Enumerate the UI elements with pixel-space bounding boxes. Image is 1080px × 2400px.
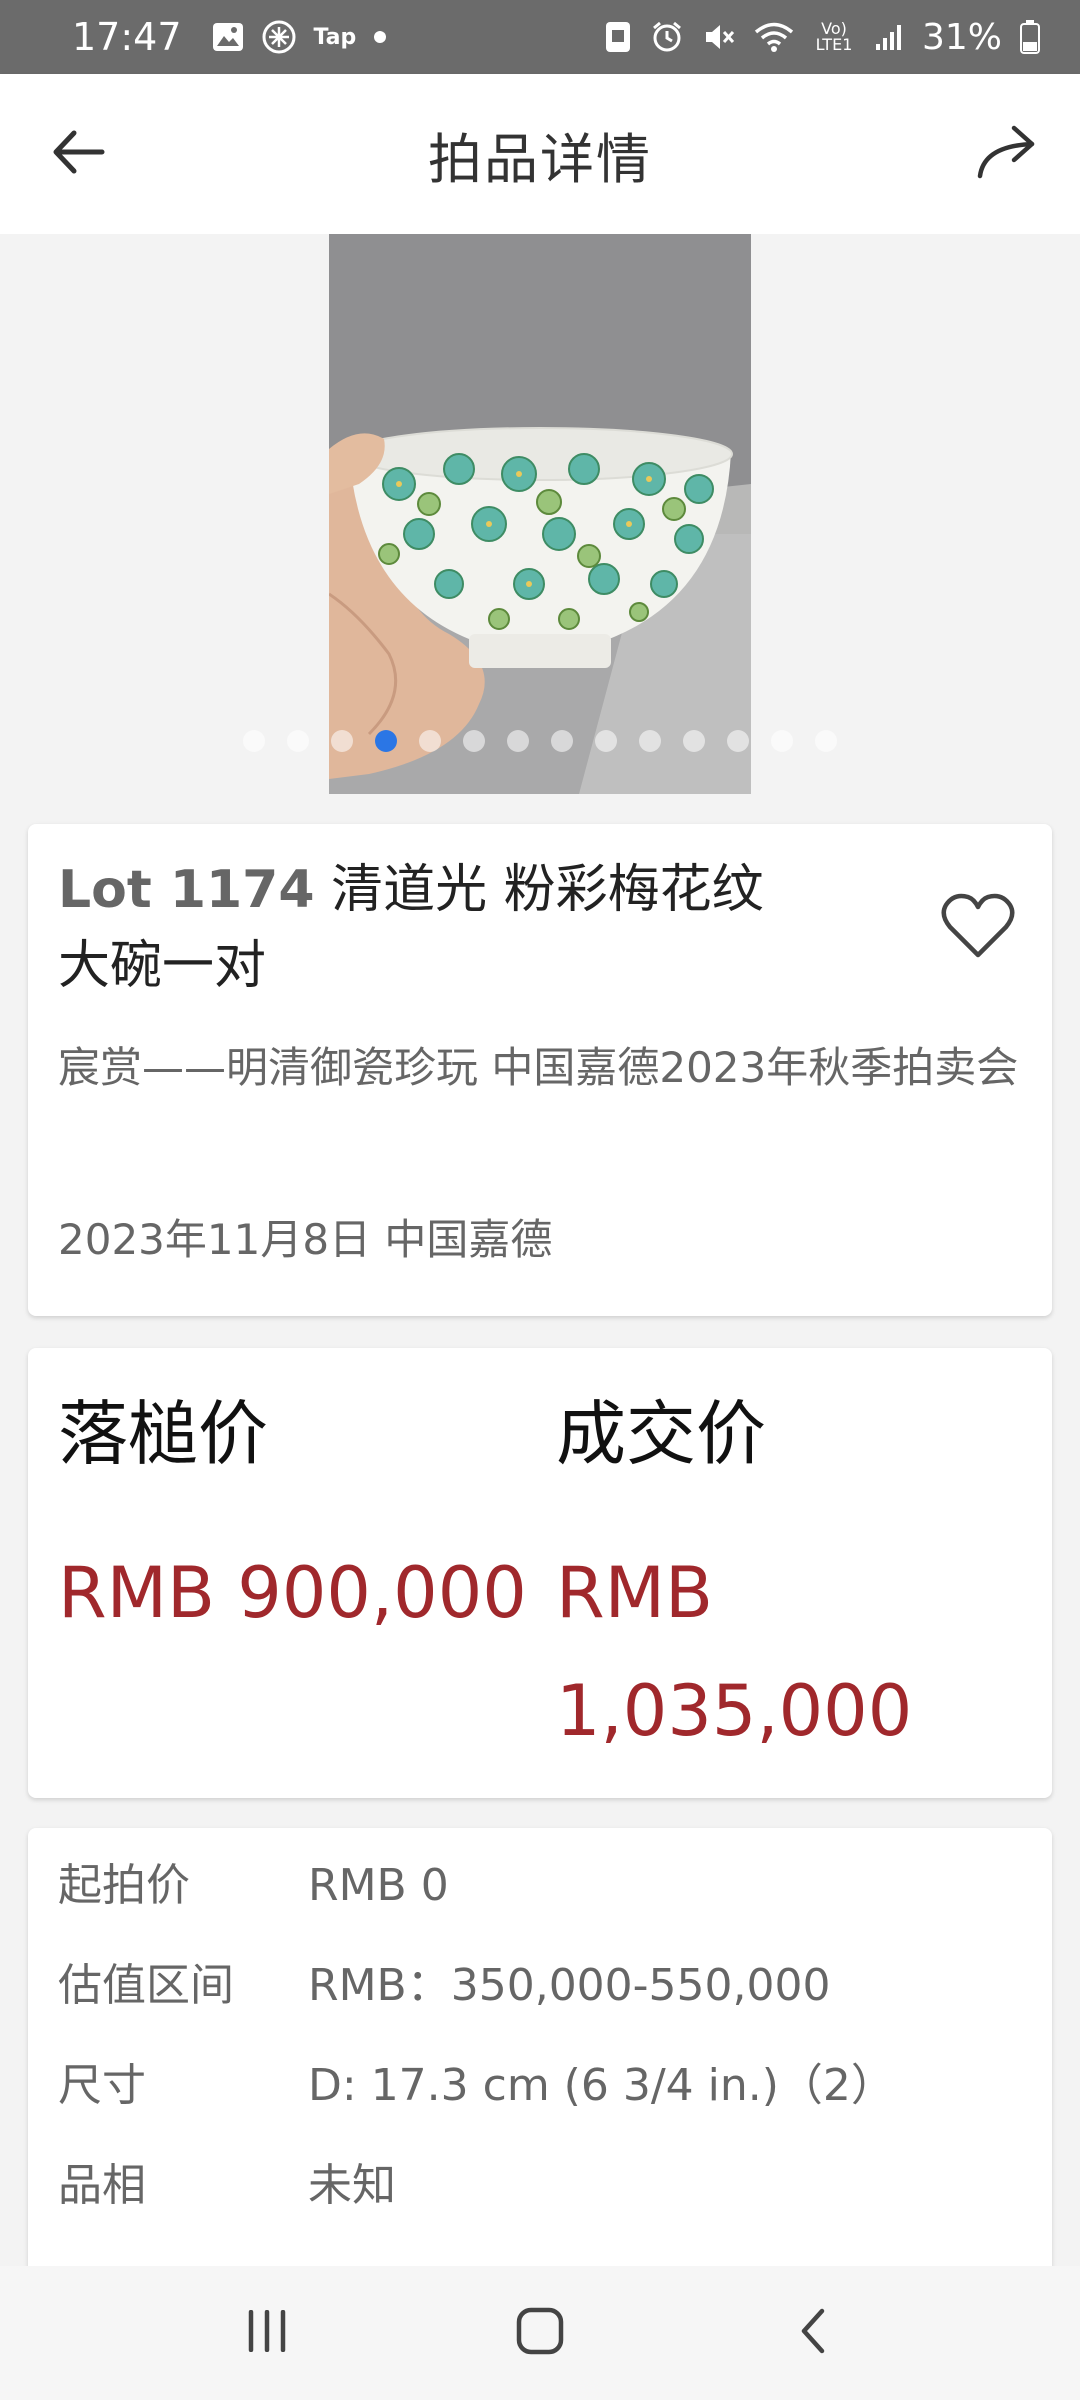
tap-icon: Tap <box>313 24 357 50</box>
hammer-price-label: 落槌价 <box>58 1393 268 1475</box>
detail-key: 估值区间 <box>58 1960 234 2011</box>
arrow-left-icon <box>50 127 106 181</box>
back-button[interactable] <box>46 124 110 184</box>
detail-value: RMB：350,000-550,000 <box>308 1960 831 2011</box>
carousel-dot[interactable] <box>243 730 265 752</box>
detail-key: 尺寸 <box>58 2060 146 2111</box>
heart-outline-icon <box>940 891 1016 965</box>
screenshot-icon <box>604 20 632 54</box>
carousel-dot[interactable] <box>727 730 749 752</box>
recent-apps-icon <box>245 2309 289 2356</box>
carousel-dot[interactable] <box>815 730 837 752</box>
sale-date-house: 2023年11月8日 中国嘉德 <box>58 1215 553 1264</box>
status-bar-right: Vo) LTE1 31% <box>604 17 1040 58</box>
carousel-dot[interactable] <box>551 730 573 752</box>
carousel-dot[interactable] <box>331 730 353 752</box>
volte-icon: Vo) LTE1 <box>812 21 856 53</box>
hammer-price-block: 落槌价 RMB 900,000 <box>58 1384 538 1652</box>
deal-price-block: 成交价 RMB 1,035,000 <box>556 1384 1036 1770</box>
lot-photo-carousel[interactable] <box>0 234 1080 794</box>
deal-price-label: 成交价 <box>556 1393 766 1475</box>
wifi-icon <box>754 21 794 53</box>
detail-row-estimate: 估值区间 RMB：350,000-550,000 <box>58 1956 1038 2016</box>
volte-label: Vo) LTE1 <box>815 19 853 54</box>
lot-title-line1: 清道光 粉彩梅花纹 <box>331 860 764 920</box>
metro-icon <box>262 20 296 54</box>
nav-back-button[interactable] <box>753 2283 873 2383</box>
hammer-price-value: RMB 900,000 <box>58 1552 527 1634</box>
share-arrow-icon <box>974 124 1038 184</box>
detail-row-start-price: 起拍价 RMB 0 <box>58 1856 1038 1916</box>
carousel-dot[interactable] <box>287 730 309 752</box>
lot-title: Lot 1174 清道光 粉彩梅花纹 大碗一对 <box>58 852 878 1004</box>
detail-value: RMB 0 <box>308 1860 449 1911</box>
carousel-indicator <box>0 730 1080 754</box>
page-title: 拍品详情 <box>428 127 652 191</box>
detail-row-condition: 品相 未知 <box>58 2156 1038 2216</box>
detail-key: 起拍价 <box>58 1860 190 1911</box>
auction-lot-detail-screen: 17:47 Tap Vo) LTE1 31% 拍品详情 Lot 1174 清道光… <box>0 0 1080 2400</box>
battery-percent: 31% <box>921 16 1002 58</box>
status-time: 17:47 <box>72 15 182 59</box>
carousel-dot[interactable] <box>683 730 705 752</box>
carousel-dot[interactable] <box>595 730 617 752</box>
battery-icon <box>1020 20 1040 54</box>
recent-apps-button[interactable] <box>207 2283 327 2383</box>
status-bar-left: 17:47 Tap <box>72 15 387 59</box>
detail-row-size: 尺寸 D: 17.3 cm (6 3/4 in.)（2） <box>58 2056 1038 2116</box>
carousel-dot[interactable] <box>419 730 441 752</box>
detail-value: 未知 <box>308 2160 396 2211</box>
back-icon <box>798 2307 828 2359</box>
carousel-dot[interactable] <box>771 730 793 752</box>
carousel-dot[interactable] <box>639 730 661 752</box>
image-icon <box>212 22 244 52</box>
sale-name: 宸赏——明清御瓷珍玩 中国嘉德2023年秋季拍卖会 <box>58 1043 1019 1092</box>
detail-value: D: 17.3 cm (6 3/4 in.)（2） <box>308 2060 895 2111</box>
share-button[interactable] <box>970 122 1042 186</box>
status-bar: 17:47 Tap Vo) LTE1 31% <box>0 0 1080 74</box>
carousel-dot[interactable] <box>507 730 529 752</box>
mute-icon <box>702 20 736 54</box>
system-nav-bar <box>0 2266 1080 2400</box>
lot-title-line2: 大碗一对 <box>58 936 267 996</box>
signal-icon <box>874 22 904 52</box>
carousel-dot-active[interactable] <box>375 730 397 752</box>
dot-icon <box>374 31 387 43</box>
lot-photo[interactable] <box>329 234 751 794</box>
home-button[interactable] <box>480 2283 600 2383</box>
lot-info-card: Lot 1174 清道光 粉彩梅花纹 大碗一对 宸赏——明清御瓷珍玩 中国嘉德2… <box>28 824 1052 1316</box>
carousel-dot[interactable] <box>463 730 485 752</box>
price-card: 落槌价 RMB 900,000 成交价 RMB 1,035,000 <box>28 1348 1052 1798</box>
app-bar: 拍品详情 <box>0 74 1080 234</box>
deal-price-value: RMB 1,035,000 <box>556 1552 913 1752</box>
lot-number: Lot 1174 <box>58 860 315 920</box>
favorite-button[interactable] <box>938 890 1018 966</box>
alarm-icon <box>650 20 684 54</box>
detail-key: 品相 <box>58 2160 146 2211</box>
home-icon <box>515 2306 565 2360</box>
